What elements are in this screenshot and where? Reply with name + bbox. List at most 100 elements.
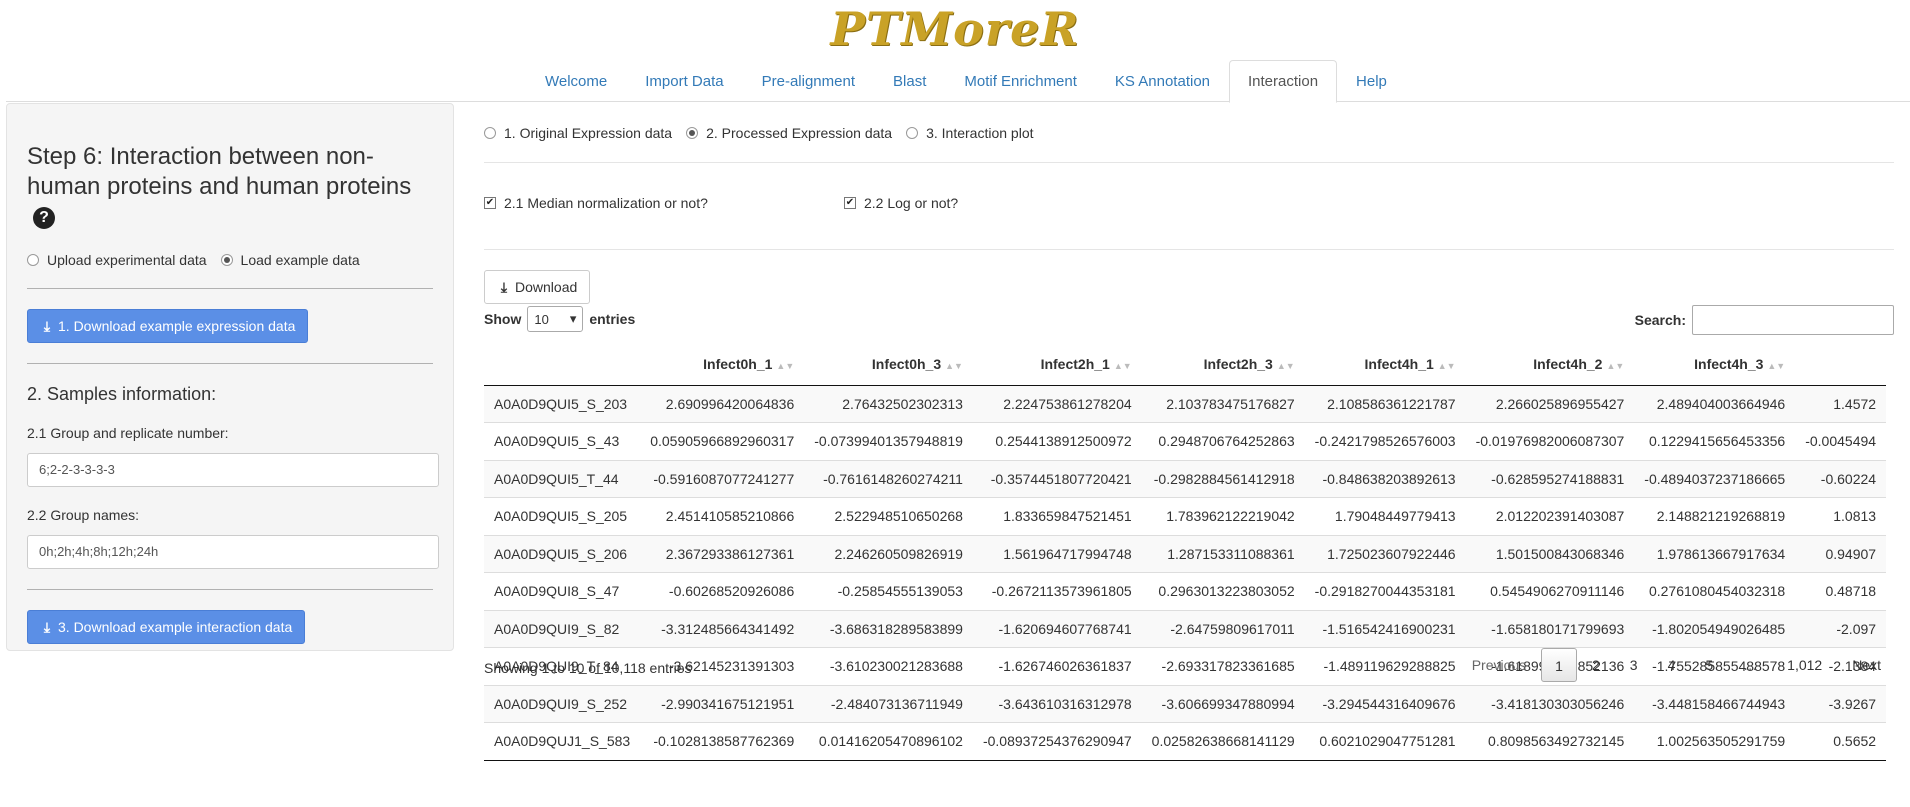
- value-cell: -1.620694607768741: [972, 610, 1142, 648]
- pagination-page[interactable]: 5: [1690, 648, 1728, 682]
- radio-circle-icon[interactable]: [906, 127, 919, 139]
- table-row[interactable]: A0A0D9QUI5_S_203 2.690996420064836 2.76432…: [484, 385, 1887, 423]
- radio-circle-icon[interactable]: [484, 127, 496, 139]
- log-checkbox[interactable]: ✔ 2.2 Log or not?: [844, 195, 958, 211]
- column-header[interactable]: Infect0h_1 ▲▼: [640, 343, 805, 386]
- column-header-label: Infect0h_1: [703, 355, 773, 372]
- pagination-next[interactable]: Next: [1837, 648, 1896, 682]
- download-button[interactable]: ⤓ Download: [484, 270, 591, 304]
- group-replicate-input[interactable]: 6;2-2-3-3-3-3: [27, 453, 439, 487]
- search-input[interactable]: [1692, 305, 1894, 335]
- value-cell: -0.0045494: [1795, 422, 1887, 461]
- row-id-cell: A0A0D9QUI9_S_82: [484, 610, 641, 648]
- page-length-select[interactable]: 10 ▾: [527, 306, 584, 332]
- value-cell: 0.5454906270911146: [1465, 572, 1635, 611]
- expression-table-container: Infect0h_1 ▲▼ Infect0h_3 ▲▼ Infect2h_1 ▲▼ Infe…: [484, 343, 1910, 761]
- column-header[interactable]: Infect2h_3 ▲▼: [1141, 343, 1305, 386]
- radio-processed-expression[interactable]: 2. Processed Expression data: [686, 125, 892, 141]
- radio-circle-checked-icon[interactable]: [220, 254, 233, 266]
- pagination-page[interactable]: 2: [1577, 648, 1615, 682]
- table-row[interactable]: A0A0D9QUI8_S_47 -0.60268520926086 -0.25854…: [484, 572, 1887, 611]
- radio-interaction-plot[interactable]: 3. Interaction plot: [906, 125, 1034, 141]
- row-id-cell: A0A0D9QUI5_T_44: [484, 460, 641, 498]
- median-normalization-checkbox[interactable]: ✔ 2.1 Median normalization or not?: [484, 195, 708, 211]
- pagination-page[interactable]: 1: [1541, 648, 1577, 682]
- radio-label: 1. Original Expression data: [504, 125, 673, 141]
- radio-load-example[interactable]: Load example data: [220, 252, 360, 268]
- pagination-page[interactable]: 4: [1653, 648, 1691, 682]
- sort-icon: ▲▼: [1113, 360, 1132, 371]
- pagination-previous[interactable]: Previous: [1457, 648, 1541, 682]
- column-header-label: Infect4h_1: [1364, 355, 1434, 372]
- radio-label: 3. Interaction plot: [926, 125, 1034, 141]
- value-cell: 0.02582638668141129: [1141, 722, 1305, 761]
- value-cell: 2.266025896955427: [1465, 385, 1635, 423]
- table-row[interactable]: A0A0D9QUI5_S_43 0.05905966892960317 -0.073…: [484, 422, 1887, 461]
- download-example-interaction-button[interactable]: ⤓ 3. Download example interaction data: [27, 610, 306, 644]
- column-header[interactable]: Infect0h_3 ▲▼: [804, 343, 973, 386]
- table-row[interactable]: A0A0D9QUI5_T_44 -0.5916087077241277 -0.761…: [484, 460, 1887, 498]
- value-cell: 2.690996420064836: [640, 385, 805, 423]
- value-cell: 1.978613667917634: [1634, 535, 1796, 573]
- column-header[interactable]: Infect4h_2 ▲▼: [1465, 343, 1635, 386]
- tab-interaction[interactable]: Interaction: [1229, 60, 1338, 103]
- tab-help[interactable]: Help: [1337, 60, 1406, 102]
- column-header[interactable]: Infect2h_1 ▲▼: [972, 343, 1142, 386]
- column-header-label: Infect4h_2: [1533, 355, 1603, 372]
- value-cell: -0.1028138587762369: [640, 722, 805, 761]
- value-cell: 2.489404003664946: [1634, 385, 1796, 423]
- table-row[interactable]: A0A0D9QUI5_S_205 2.451410585210866 2.52294…: [484, 497, 1887, 536]
- value-cell: -3.643610316312978: [972, 685, 1142, 723]
- value-cell: -3.448158466744943: [1634, 685, 1796, 723]
- value-cell: -1.802054949026485: [1634, 610, 1796, 648]
- question-circle-icon[interactable]: ?: [33, 207, 55, 229]
- value-cell: -0.2672113573961805: [972, 572, 1142, 611]
- search-label: Search:: [1634, 312, 1686, 328]
- download-example-expression-button[interactable]: ⤓ 1. Download example expression data: [27, 309, 309, 343]
- table-row[interactable]: A0A0D9QUI5_S_206 2.367293386127361 2.24626…: [484, 535, 1887, 573]
- value-cell: 2.012202391403087: [1465, 497, 1635, 536]
- pagination-page[interactable]: 3: [1615, 648, 1653, 682]
- tab-ks-annotation[interactable]: KS Annotation: [1096, 60, 1229, 102]
- tab-pre-alignment[interactable]: Pre-alignment: [743, 60, 874, 102]
- checkbox-checked-icon[interactable]: ✔: [484, 197, 496, 209]
- column-header[interactable]: Infect4h_3 ▲▼: [1634, 343, 1796, 386]
- tab-import-data[interactable]: Import Data: [626, 60, 742, 102]
- value-cell: -0.07399401357948819: [804, 422, 973, 461]
- value-cell: -0.01976982006087307: [1465, 422, 1635, 461]
- row-id-cell: A0A0D9QUI5_S_43: [484, 422, 641, 461]
- value-cell: -2.990341675121951: [640, 685, 805, 723]
- value-cell: -2.64759809617011: [1141, 610, 1305, 648]
- table-row[interactable]: A0A0D9QUI9_S_252 -2.990341675121951 -2.484…: [484, 685, 1887, 723]
- group-names-input[interactable]: 0h;2h;4h;8h;12h;24h: [27, 535, 439, 569]
- value-cell: 0.1229415656453356: [1634, 422, 1796, 461]
- value-cell: 1.79048449779413: [1304, 497, 1466, 536]
- pagination-page[interactable]: 1,012: [1772, 648, 1837, 682]
- column-header[interactable]: Infect4h_1 ▲▼: [1304, 343, 1466, 386]
- column-header-label: Infect0h_3: [871, 355, 942, 372]
- column-header[interactable]: [484, 343, 641, 386]
- tab-motif-enrichment[interactable]: Motif Enrichment: [945, 60, 1096, 102]
- tab-blast[interactable]: Blast: [874, 60, 945, 102]
- value-cell: 0.8098563492732145: [1465, 722, 1635, 761]
- divider: [484, 162, 1894, 163]
- value-cell: 0.2948706764252863: [1141, 422, 1305, 461]
- column-header[interactable]: [1795, 343, 1887, 386]
- divider: [27, 288, 433, 289]
- page-length-control: Show 10 ▾ entries: [484, 306, 635, 332]
- value-cell: -0.2982884561412918: [1141, 460, 1305, 498]
- step-title: Step 6: Interaction between non-human pr…: [27, 142, 433, 232]
- value-cell: 0.6021029047751281: [1304, 722, 1466, 761]
- button-label: Download: [515, 279, 578, 295]
- value-cell: 0.48718: [1795, 572, 1887, 611]
- checkbox-checked-icon[interactable]: ✔: [844, 197, 856, 209]
- radio-circle-checked-icon[interactable]: [686, 127, 699, 139]
- radio-circle-icon[interactable]: [27, 254, 39, 266]
- value-cell: -1.516542416900231: [1304, 610, 1466, 648]
- radio-upload-experimental[interactable]: Upload experimental data: [27, 252, 207, 268]
- tab-welcome[interactable]: Welcome: [526, 60, 626, 102]
- row-id-cell: A0A0D9QUI8_S_47: [484, 572, 641, 611]
- table-row[interactable]: A0A0D9QUI9_S_82 -3.312485664341492 -3.6863…: [484, 610, 1887, 648]
- table-row[interactable]: A0A0D9QUJ1_S_583 -0.1028138587762369 0.014…: [484, 722, 1887, 761]
- radio-original-expression[interactable]: 1. Original Expression data: [484, 125, 672, 141]
